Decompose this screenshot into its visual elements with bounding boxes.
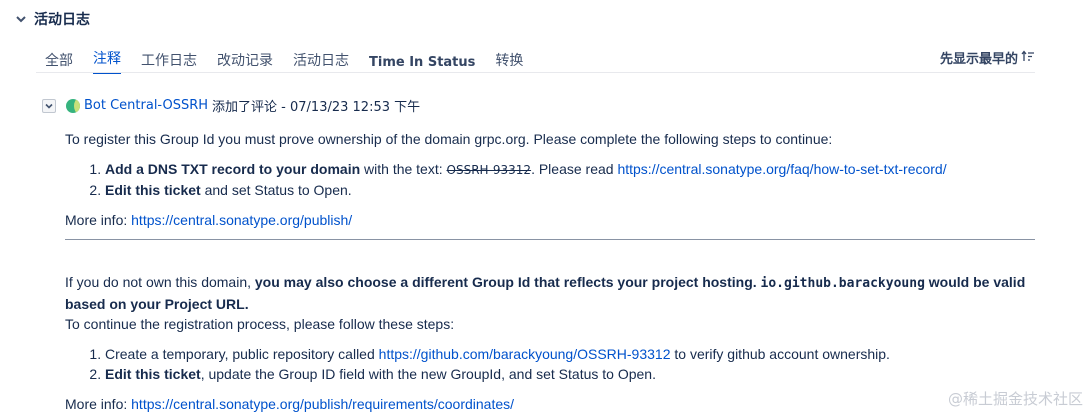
more-info: More info: https://central.sonatype.org/…	[65, 394, 1035, 414]
alt-steps-list: Create a temporary, public repository ca…	[105, 344, 1035, 384]
more-info: More info: https://central.sonatype.org/…	[65, 210, 1035, 230]
comment-collapse-chevron-icon[interactable]	[42, 98, 56, 113]
activity-tabs: 全部 注释 工作日志 改动记录 活动日志 Time In Status 转换	[45, 48, 543, 74]
txt-record-help-link[interactable]: https://central.sonatype.org/faq/how-to-…	[617, 161, 946, 177]
comment-author-link[interactable]: Bot Central-OSSRH	[84, 98, 208, 113]
tab-divider	[36, 72, 1035, 73]
list-item: Add a DNS TXT record to your domain with…	[105, 159, 1035, 180]
alt-bold-a: you may also choose a different Group Id…	[254, 274, 761, 290]
coordinates-link[interactable]: https://central.sonatype.org/publish/req…	[131, 396, 514, 412]
tab-comments[interactable]: 注释	[93, 48, 121, 74]
list-item: Edit this ticket, update the Group ID fi…	[105, 364, 1035, 384]
tab-transitions[interactable]: 转换	[495, 50, 523, 74]
alt-intro: If you do not own this domain,	[65, 274, 255, 290]
section-header: 活动日志	[14, 9, 90, 29]
step-bold: Add a DNS TXT record to your domain	[105, 161, 361, 177]
step-text: Create a temporary, public repository ca…	[105, 346, 379, 362]
comment-meta: 添加了评论 - 07/13/23 12:53 下午	[212, 100, 421, 115]
sort-ascending-icon	[1021, 49, 1035, 66]
tab-all[interactable]: 全部	[45, 50, 73, 74]
alt-group-paragraph: If you do not own this domain, you may a…	[65, 272, 1035, 314]
more-info-label: More info:	[65, 212, 132, 228]
step-text: , update the Group ID field with the new…	[200, 366, 656, 382]
chevron-down-icon[interactable]	[14, 12, 28, 26]
publish-link[interactable]: https://central.sonatype.org/publish/	[131, 212, 352, 228]
list-item: Edit this ticket and set Status to Open.	[105, 180, 1035, 200]
section-title: 活动日志	[34, 12, 90, 28]
watermark: @稀土掘金技术社区	[947, 390, 1083, 408]
step-text-after: to verify github account ownership.	[670, 346, 890, 362]
comment-intro: To register this Group Id you must prove…	[65, 131, 833, 147]
step-text: and set Status to Open.	[200, 182, 352, 198]
txt-record-code: OSSRH-93312	[446, 163, 532, 177]
step-text-after: . Please read	[531, 161, 618, 177]
suggested-group-id: io.github.barackyoung	[760, 276, 925, 291]
github-repo-link[interactable]: https://github.com/barackyoung/OSSRH-933…	[379, 346, 671, 362]
more-info-label: More info:	[65, 396, 132, 412]
tab-activity[interactable]: 活动日志	[293, 50, 349, 74]
step-text: with the text:	[360, 161, 447, 177]
comment-divider	[65, 239, 1035, 240]
list-item: Create a temporary, public repository ca…	[105, 344, 1035, 364]
comment-body: To register this Group Id you must prove…	[65, 129, 1035, 414]
avatar	[66, 98, 80, 113]
step-bold: Edit this ticket	[105, 182, 201, 198]
comment-header: Bot Central-OSSRH 添加了评论 - 07/13/23 12:53…	[42, 96, 420, 115]
continue-text: To continue the registration process, pl…	[65, 316, 455, 332]
sort-oldest-first-button[interactable]: 先显示最早的	[940, 48, 1035, 67]
tab-history[interactable]: 改动记录	[217, 50, 273, 74]
sort-label: 先显示最早的	[939, 52, 1018, 67]
tab-worklog[interactable]: 工作日志	[141, 50, 197, 74]
step-bold: Edit this ticket	[105, 366, 201, 382]
steps-list: Add a DNS TXT record to your domain with…	[105, 159, 1035, 200]
